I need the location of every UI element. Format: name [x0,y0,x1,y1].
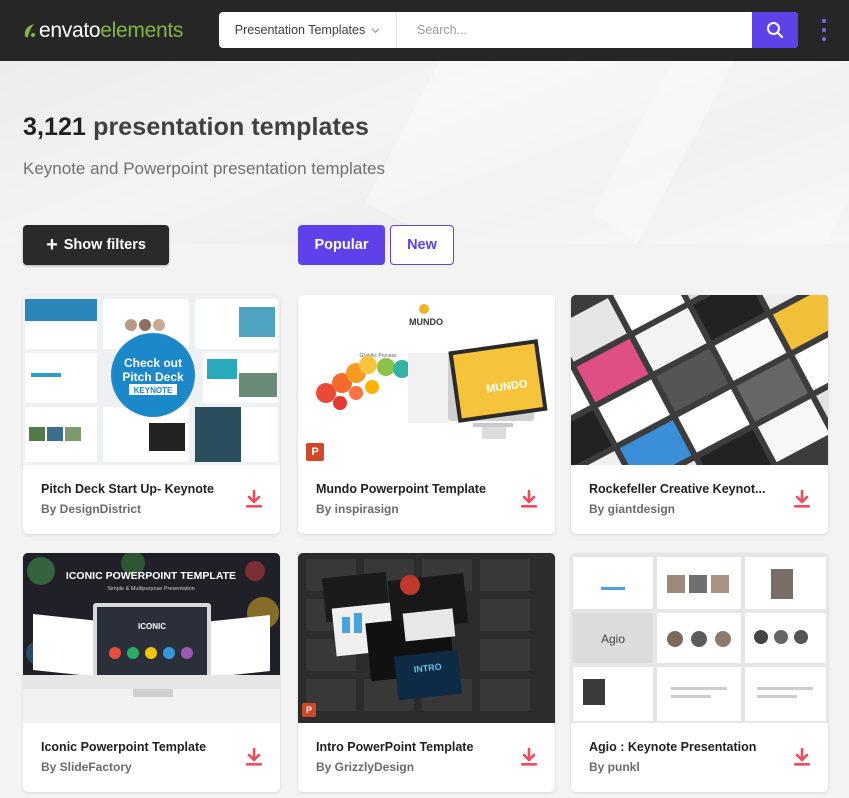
envato-elements-logo[interactable]: envato elements [24,17,183,45]
download-icon[interactable] [792,489,812,509]
leaf-icon [24,24,35,38]
logo-text: envato [39,19,101,42]
thumb-screen-text: ICONIC [138,622,166,631]
item-title[interactable]: Mundo Powerpoint Template [316,482,486,496]
sort-new-button[interactable]: New [390,225,454,265]
show-filters-button[interactable]: + Show filters [23,225,169,265]
thumb-brand-text: Agio [601,632,625,646]
more-menu-icon[interactable] [817,19,831,41]
download-icon[interactable] [244,489,264,509]
item-author[interactable]: By GrizzlyDesign [316,760,414,774]
top-bar: envato elements Presentation Templates [0,0,849,61]
item-title[interactable]: Pitch Deck Start Up- Keynote [41,482,214,496]
search-input[interactable] [397,12,752,48]
download-icon[interactable] [519,489,539,509]
sort-popular-button[interactable]: Popular [298,225,385,265]
search-bar: Presentation Templates [219,12,798,48]
item-card[interactable]: Agio Agio : Keynote Presentation By punk… [571,553,828,792]
powerpoint-icon: P [302,703,316,717]
hero-banner [0,61,849,244]
category-label: Presentation Templates [234,23,366,37]
item-title[interactable]: Intro PowerPoint Template [316,740,473,754]
item-title[interactable]: Iconic Powerpoint Template [41,740,206,754]
search-icon [767,22,784,39]
download-icon[interactable] [244,747,264,767]
badge-text-2: Pitch Deck [122,370,184,384]
item-card[interactable]: INTRO P Intro PowerPoint Template By Gri… [298,553,555,792]
item-card[interactable]: Check out Pitch Deck KEYNOTE Pitch Deck … [23,295,280,534]
item-author[interactable]: By DesignDistrict [41,502,141,516]
item-thumbnail[interactable]: INTRO P [298,553,555,723]
search-button[interactable] [752,12,798,48]
item-card[interactable]: Rockefeller Creative Keynot... By giantd… [571,295,828,534]
download-icon[interactable] [792,747,812,767]
item-card[interactable]: ICONIC POWERPOINT TEMPLATE Simple & Mult… [23,553,280,792]
item-author[interactable]: By SlideFactory [41,760,132,774]
result-count: 3,121 [23,113,87,141]
item-card[interactable]: MUNDO Graphic Process MUNDO P Mundo Powe… [298,295,555,534]
item-title[interactable]: Rockefeller Creative Keynot... [589,482,765,496]
page-subtitle: Keynote and Powerpoint presentation temp… [23,159,385,178]
item-thumbnail[interactable] [571,295,828,465]
item-thumbnail[interactable]: ICONIC POWERPOINT TEMPLATE Simple & Mult… [23,553,280,723]
item-title[interactable]: Agio : Keynote Presentation [589,740,756,754]
item-author[interactable]: By inspirasign [316,502,399,516]
thumb-brand-text: MUNDO [409,317,443,327]
plus-icon: + [46,234,58,256]
badge-text-3: KEYNOTE [134,386,173,395]
item-author[interactable]: By punkl [589,760,640,774]
logo-accent-text: elements [100,19,184,42]
page-title-text: presentation templates [86,113,369,141]
item-thumbnail[interactable]: Check out Pitch Deck KEYNOTE [23,295,280,465]
download-icon[interactable] [519,747,539,767]
item-author[interactable]: By giantdesign [589,502,675,516]
item-thumbnail[interactable]: MUNDO Graphic Process MUNDO P [298,295,555,465]
item-thumbnail[interactable]: Agio [571,553,828,723]
powerpoint-icon: P [306,443,324,461]
show-filters-label: Show filters [63,237,146,253]
chevron-down-icon [371,27,380,33]
badge-text-1: Check out [124,356,182,370]
category-select[interactable]: Presentation Templates [219,12,397,48]
thumb-banner-sub: Simple & Multipurpose Presentation [107,586,194,592]
thumb-banner-text: ICONIC POWERPOINT TEMPLATE [66,570,236,582]
page-title: 3,121 presentation templates [23,113,369,142]
